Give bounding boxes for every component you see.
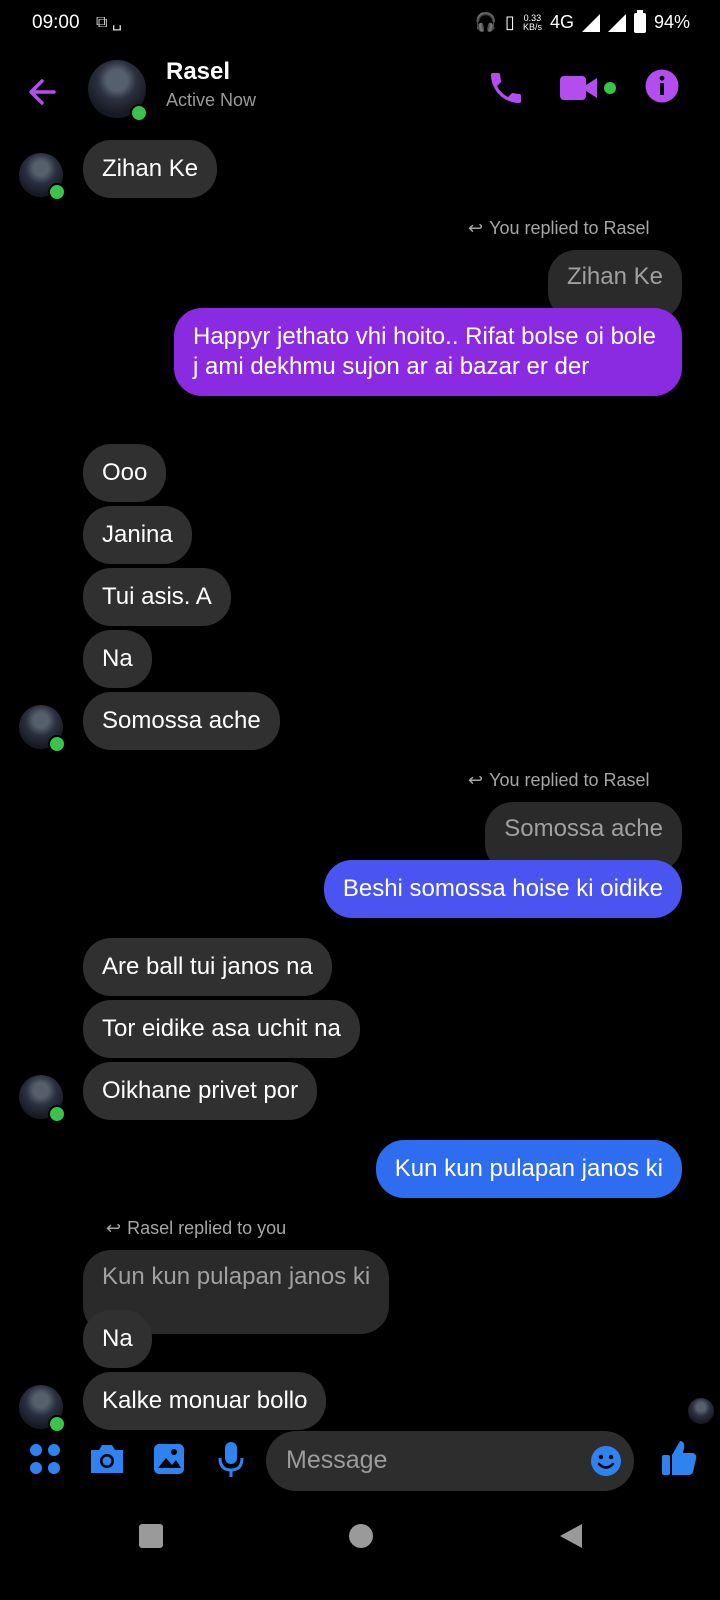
message-input[interactable]: Message <box>266 1431 634 1491</box>
back-button[interactable] <box>558 1522 584 1550</box>
notification-icons: ⧉ ␣ <box>96 14 123 31</box>
status-bar: 09:00 ⧉ ␣ 🎧 ▯ 0.33 KB/s 4G 94% <box>0 0 720 46</box>
message-bubble-outgoing[interactable]: Beshi somossa hoise ki oidike <box>323 860 682 918</box>
system-nav-bar <box>0 1500 720 1600</box>
signal-icon-2 <box>607 13 626 32</box>
home-button[interactable] <box>349 1524 373 1548</box>
network-type: 4G <box>549 12 574 32</box>
like-icon[interactable] <box>660 1438 698 1478</box>
message-placeholder: Message <box>286 1446 388 1474</box>
chat-header: Rasel Active Now <box>0 48 720 136</box>
reply-label: ↩ Rasel replied to you <box>106 1218 286 1239</box>
message-bubble-incoming[interactable]: Kalke monuar bollo <box>83 1372 327 1430</box>
status-right: 🎧 ▯ 0.33 KB/s 4G 94% <box>474 9 690 33</box>
presence-status: Active Now <box>166 90 257 110</box>
headphones-icon: 🎧 <box>474 12 498 32</box>
reply-arrow-icon: ↩ <box>468 218 484 238</box>
reply-arrow-icon: ↩ <box>468 770 484 790</box>
camera-icon[interactable] <box>88 1442 126 1476</box>
message-bubble-incoming[interactable]: Zihan Ke <box>83 140 218 198</box>
contact-name[interactable]: Rasel <box>166 58 230 86</box>
reply-label: ↩ You replied to Rasel <box>468 218 650 239</box>
gallery-icon[interactable] <box>152 1442 186 1476</box>
message-bubble-incoming[interactable]: Na <box>83 1310 152 1368</box>
message-bubble-incoming[interactable]: Oikhane privet por <box>83 1062 318 1120</box>
apps-icon[interactable] <box>28 1442 62 1476</box>
composer-bar: Message <box>0 1428 720 1498</box>
battery-level: 94% <box>653 12 690 32</box>
seen-avatar <box>688 1398 714 1424</box>
online-indicator <box>48 1105 66 1123</box>
message-bubble-incoming[interactable]: Ooo <box>83 444 167 502</box>
online-indicator <box>48 735 66 753</box>
network-speed: 0.33 KB/s <box>522 12 542 32</box>
reply-arrow-icon: ↩ <box>106 1218 122 1238</box>
reply-label: ↩ You replied to Rasel <box>468 770 650 791</box>
online-indicator <box>130 104 148 122</box>
message-bubble-incoming[interactable]: Na <box>83 630 152 688</box>
video-icon[interactable] <box>560 72 600 104</box>
reply-label-text: You replied to Rasel <box>489 218 650 238</box>
video-online-dot <box>604 82 616 94</box>
emoji-icon[interactable] <box>590 1445 622 1477</box>
mic-icon[interactable] <box>216 1440 246 1480</box>
vibrate-icon: ▯ <box>505 12 515 32</box>
signal-icon <box>581 13 600 32</box>
back-arrow-icon[interactable] <box>24 72 64 112</box>
reply-label-text: You replied to Rasel <box>489 770 650 790</box>
reply-label-text: Rasel replied to you <box>127 1218 287 1238</box>
message-bubble-incoming[interactable]: Tui asis. A <box>83 568 231 626</box>
message-bubble-outgoing[interactable]: Happyr jethato vhi hoito.. Rifat bolse o… <box>174 308 682 396</box>
info-icon[interactable] <box>644 68 680 104</box>
message-bubble-incoming[interactable]: Are ball tui janos na <box>83 938 332 996</box>
online-indicator <box>48 183 66 201</box>
message-bubble-outgoing[interactable]: Kun kun pulapan janos ki <box>375 1140 682 1198</box>
message-bubble-incoming[interactable]: Tor eidike asa uchit na <box>83 1000 360 1058</box>
status-time: 09:00 <box>32 12 80 33</box>
message-bubble-incoming[interactable]: Janina <box>83 506 192 564</box>
recents-button[interactable] <box>139 1524 163 1548</box>
message-bubble-incoming[interactable]: Somossa ache <box>83 692 280 750</box>
phone-icon[interactable] <box>486 68 526 108</box>
battery-icon <box>633 9 646 33</box>
